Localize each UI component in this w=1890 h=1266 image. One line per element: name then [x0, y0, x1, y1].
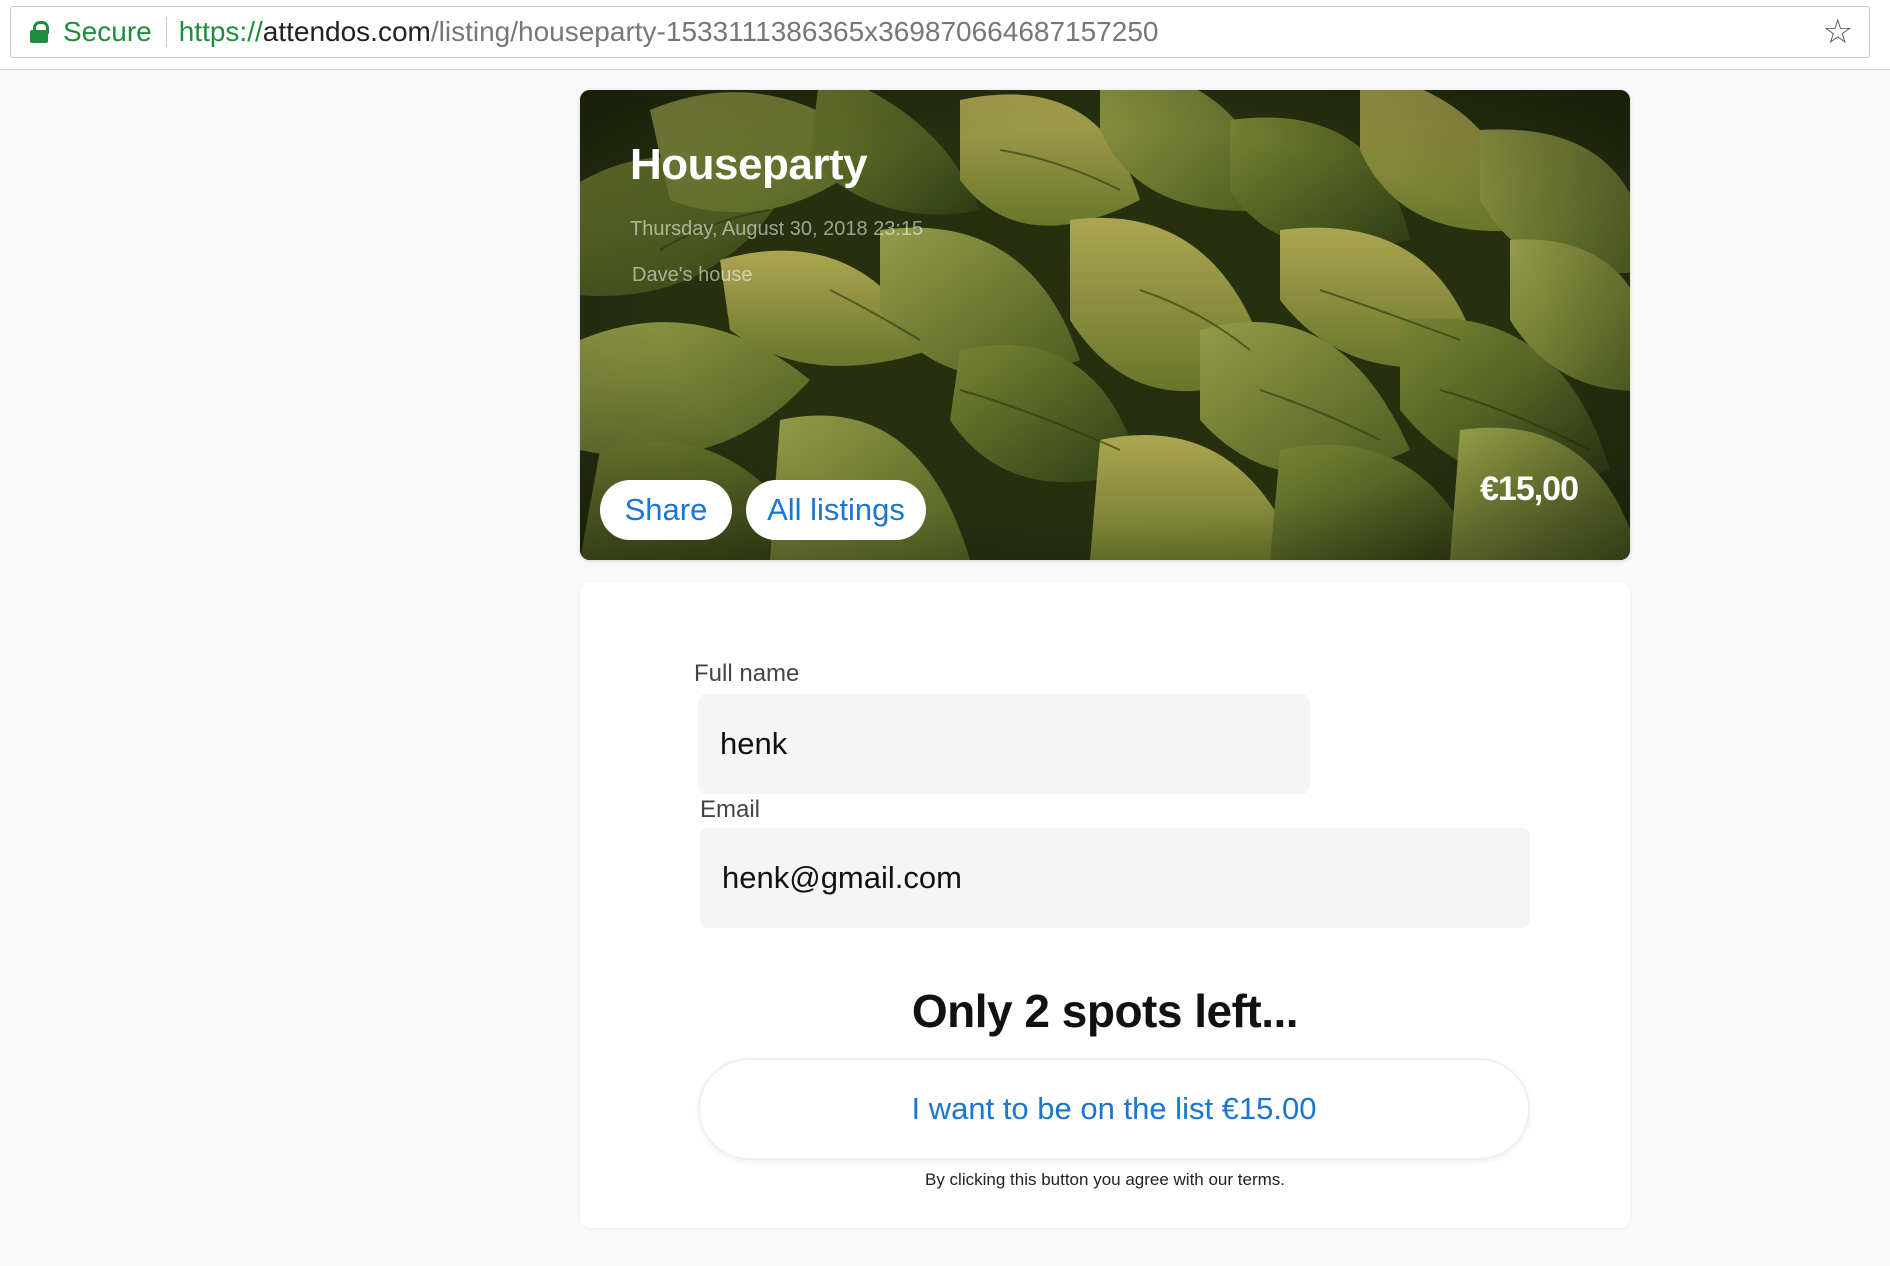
event-venue: Dave's house: [632, 264, 753, 286]
address-bar[interactable]: Secure https://attendos.com/listing/hous…: [10, 6, 1870, 58]
registration-form-card: Full name henk Email henk@gmail.com Only…: [580, 582, 1630, 1228]
address-separator: [165, 17, 167, 47]
url-host: attendos.com: [262, 16, 431, 47]
url-scheme: https://: [178, 16, 263, 47]
event-hero-card: Houseparty Thursday, August 30, 2018 23:…: [580, 90, 1630, 560]
email-label: Email: [700, 796, 761, 823]
share-button[interactable]: Share: [600, 480, 732, 540]
full-name-input[interactable]: henk: [698, 694, 1310, 794]
browser-toolbar: Secure https://attendos.com/listing/hous…: [0, 0, 1890, 70]
join-list-button[interactable]: I want to be on the list €15.00: [698, 1058, 1530, 1160]
url-text[interactable]: https://attendos.com/listing/houseparty-…: [179, 16, 1159, 48]
url-path: /listing/houseparty-1533111386365x369870…: [430, 16, 1159, 47]
secure-label: Secure: [63, 16, 152, 47]
email-input[interactable]: henk@gmail.com: [700, 828, 1530, 928]
full-name-label: Full name: [694, 660, 800, 687]
event-price: €15,00: [1480, 470, 1579, 508]
event-datetime: Thursday, August 30, 2018 23:15: [630, 218, 924, 240]
spots-left-heading: Only 2 spots left...: [911, 985, 1299, 1037]
lock-icon: [29, 21, 49, 43]
event-title: Houseparty: [630, 140, 868, 189]
terms-notice: By clicking this button you agree with o…: [925, 1170, 1285, 1189]
all-listings-button[interactable]: All listings: [746, 480, 926, 540]
star-icon[interactable]: ☆: [1823, 15, 1853, 49]
